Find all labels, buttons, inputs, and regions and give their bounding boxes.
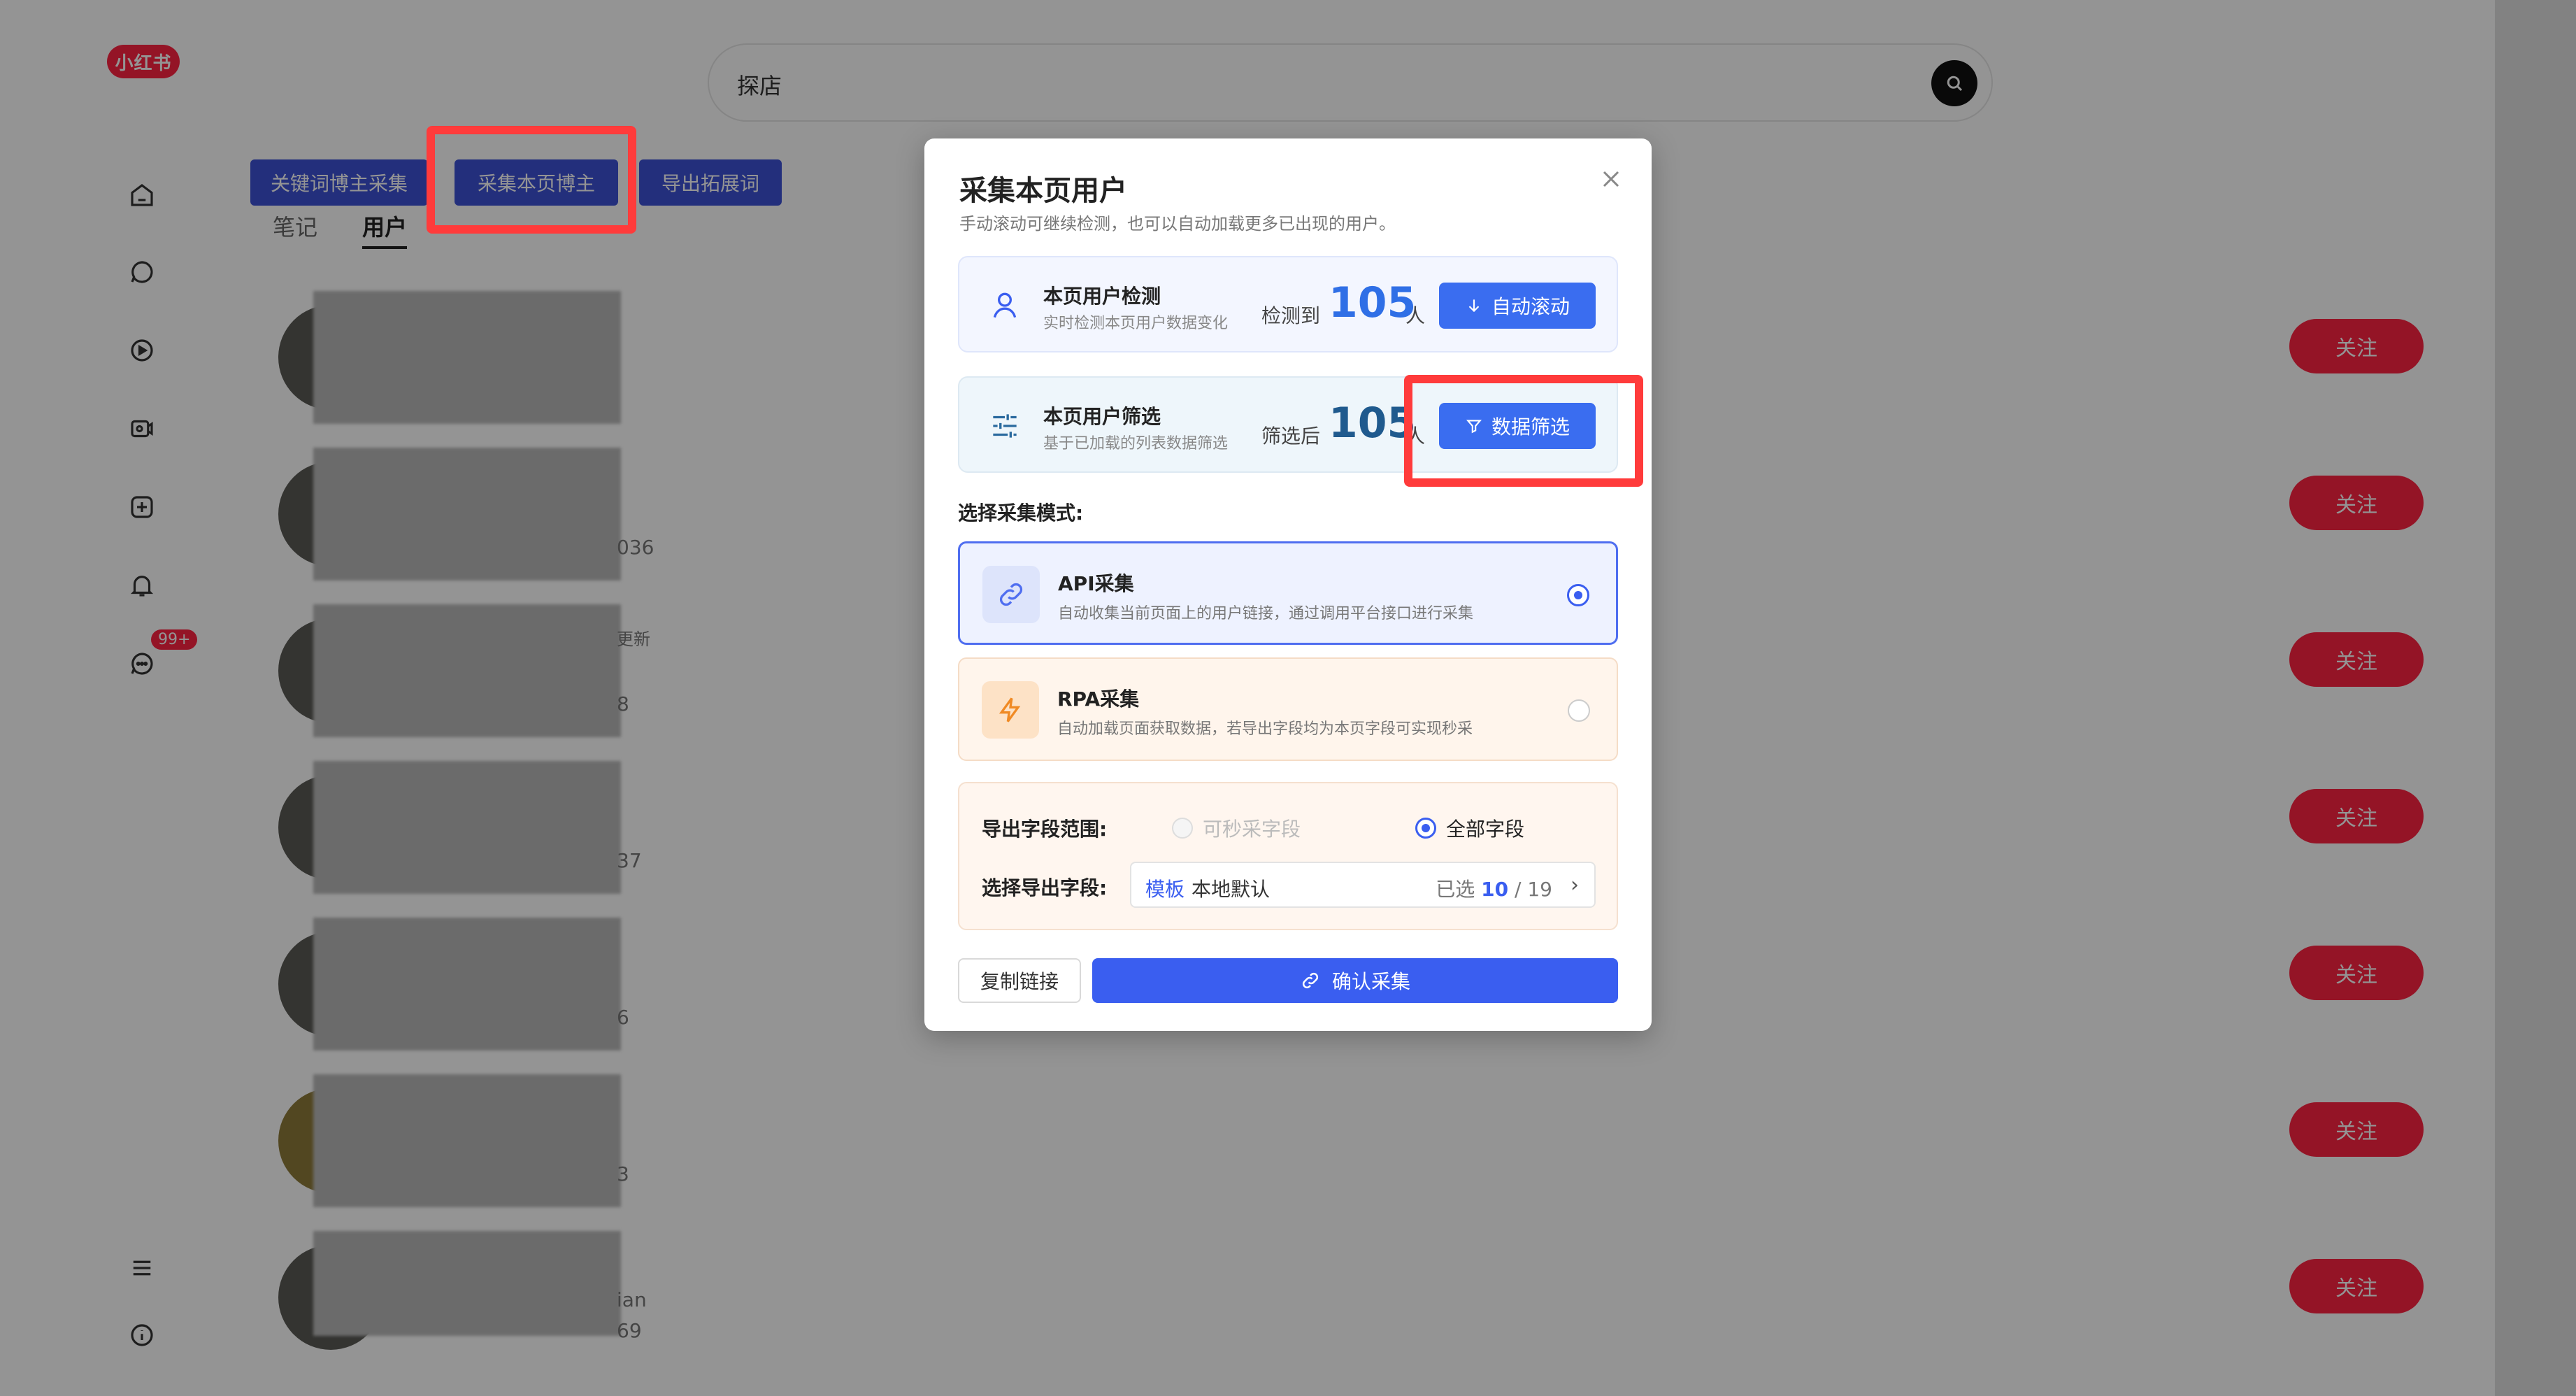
export-field-select[interactable]: 模板 本地默认 已选 10 / 19 › [1130, 862, 1596, 908]
dialog-title: 采集本页用户 [959, 175, 1127, 207]
export-option-all-label: 全部字段 [1446, 818, 1525, 841]
confirm-collect-button[interactable]: 确认采集 [1092, 958, 1618, 1003]
mode-option-api[interactable]: API采集 自动收集当前页面上的用户链接，通过调用平台接口进行采集 [958, 541, 1618, 645]
mode-option-rpa[interactable]: RPA采集 自动加载页面获取数据，若导出字段均为本页字段可实现秒采 [958, 657, 1618, 761]
filter-label: 筛选后 [1261, 425, 1321, 448]
selected-total: / 19 [1515, 878, 1552, 901]
mode-api-icon-box [982, 566, 1040, 623]
detect-count: 105 [1329, 278, 1417, 327]
template-value: 本地默认 [1192, 878, 1271, 901]
export-option-fast-label: 可秒采字段 [1203, 818, 1301, 841]
mode-section-label: 选择采集模式: [958, 501, 1084, 525]
mode-rpa-radio[interactable] [1568, 699, 1590, 722]
highlight-box [1404, 375, 1643, 487]
detect-unit: 人 [1405, 304, 1426, 327]
export-option-all[interactable]: 全部字段 [1415, 814, 1524, 842]
template-tag: 模板 [1145, 878, 1185, 901]
mode-rpa-icon-box [982, 681, 1039, 739]
lightning-icon [999, 697, 1021, 722]
chevron-right-icon: › [1570, 873, 1579, 897]
selected-number: 10 [1481, 878, 1509, 901]
user-detect-card: 本页用户检测 实时检测本页用户数据变化 检测到 105 人 自动滚动 [958, 256, 1618, 352]
export-option-all-radio[interactable] [1415, 818, 1436, 839]
selected-prefix: 已选 [1436, 878, 1475, 901]
detect-title: 本页用户检测 [1043, 285, 1161, 308]
sliders-icon [993, 414, 1017, 438]
link-icon [999, 583, 1023, 606]
export-option-fast[interactable]: 可秒采字段 [1172, 814, 1301, 842]
filter-subtitle: 基于已加载的列表数据筛选 [1043, 435, 1229, 453]
detect-label: 检测到 [1261, 304, 1321, 327]
mode-api-radio[interactable] [1567, 584, 1589, 606]
dialog-subtitle: 手动滚动可继续检测，也可以自动加载更多已出现的用户。 [959, 214, 1396, 234]
selected-count: 已选 10 / 19 [1436, 874, 1552, 902]
mode-api-title: API采集 [1058, 572, 1134, 595]
mode-rpa-desc: 自动加载页面获取数据，若导出字段均为本页字段可实现秒采 [1057, 720, 1473, 738]
close-icon[interactable] [1597, 165, 1625, 193]
mode-rpa-title: RPA采集 [1057, 688, 1140, 711]
auto-scroll-button[interactable]: 自动滚动 [1439, 283, 1596, 329]
filter-title: 本页用户筛选 [1043, 405, 1161, 428]
user-icon [993, 292, 1017, 318]
auto-scroll-label: 自动滚动 [1491, 295, 1570, 318]
export-settings: 导出字段范围: 可秒采字段 全部字段 选择导出字段: 模板 本地默认 已选 10… [958, 782, 1618, 930]
mode-api-desc: 自动收集当前页面上的用户链接，通过调用平台接口进行采集 [1058, 605, 1474, 622]
filter-count: 105 [1329, 399, 1417, 448]
confirm-collect-label: 确认采集 [1331, 970, 1410, 993]
copy-link-button[interactable]: 复制链接 [958, 958, 1081, 1003]
detect-subtitle: 实时检测本页用户数据变化 [1043, 315, 1229, 332]
arrow-down-icon [1468, 299, 1480, 313]
export-field-label: 选择导出字段: [982, 876, 1108, 899]
export-option-fast-radio[interactable] [1172, 818, 1193, 839]
export-range-label: 导出字段范围: [982, 818, 1108, 841]
collect-users-dialog: 采集本页用户 手动滚动可继续检测，也可以自动加载更多已出现的用户。 本页用户检测… [924, 138, 1652, 1031]
link-icon [1302, 972, 1319, 989]
highlight-box [427, 126, 636, 234]
